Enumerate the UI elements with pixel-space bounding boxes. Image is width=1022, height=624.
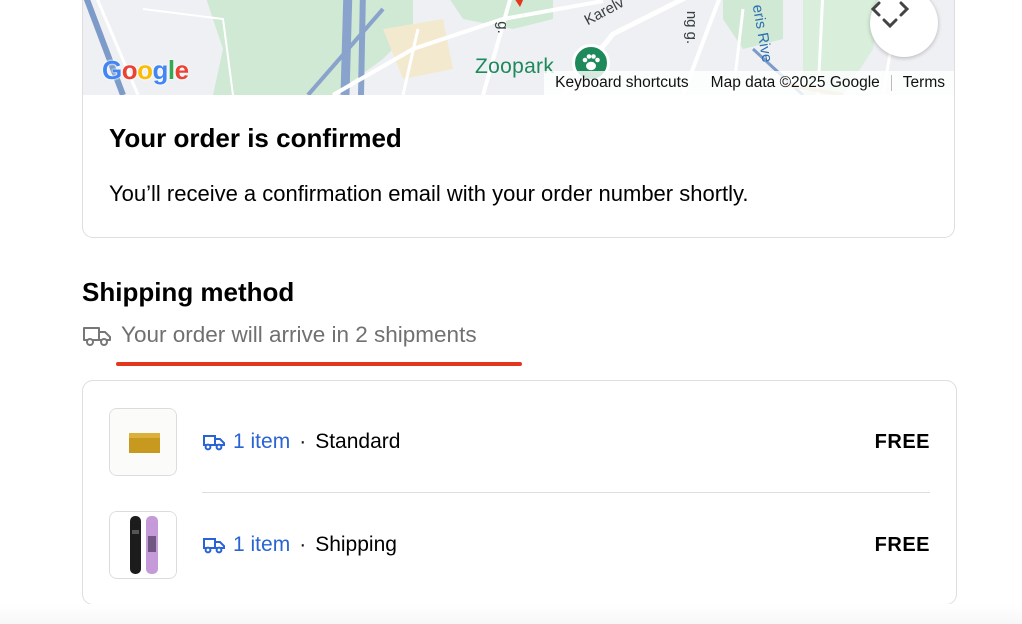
order-confirmation-card: Karelv g. ng g. eris Rive Zoopark Google… bbox=[82, 0, 955, 238]
annotation-underline bbox=[116, 362, 522, 366]
terms-link[interactable]: Terms bbox=[892, 74, 954, 92]
page-bottom-edge bbox=[0, 604, 1022, 624]
google-logo: Google bbox=[102, 55, 189, 85]
confirmation-body: Your order is confirmed You’ll receive a… bbox=[109, 123, 928, 207]
delivery-truck-icon bbox=[203, 538, 225, 554]
product-thumbnail[interactable] bbox=[109, 511, 177, 579]
map-attribution: Keyboard shortcuts Map data ©2025 Google… bbox=[544, 71, 954, 95]
shipment-row: 1 item · Shipping FREE bbox=[109, 510, 930, 580]
shipment-item-count[interactable]: 1 item bbox=[233, 533, 290, 557]
move-arrows-icon bbox=[870, 1, 910, 29]
map-street-label: ng g. bbox=[683, 10, 701, 45]
shipment-item-count[interactable]: 1 item bbox=[233, 430, 290, 454]
delivery-truck-icon bbox=[83, 327, 111, 346]
shipment-details: 1 item · Standard bbox=[202, 430, 875, 454]
delivery-truck-icon bbox=[203, 435, 225, 451]
shipment-divider bbox=[202, 492, 930, 493]
shipment-row: 1 item · Standard FREE bbox=[109, 407, 930, 477]
shipment-summary-text: Your order will arrive in 2 shipments bbox=[121, 322, 477, 347]
shipment-method: Shipping bbox=[315, 533, 397, 556]
map-data-credit: Map data ©2025 Google bbox=[710, 74, 880, 91]
shipment-price: FREE bbox=[874, 533, 930, 556]
map-street-label: g. bbox=[493, 21, 511, 34]
shipment-summary: Your order will arrive in 2 shipments bbox=[82, 322, 477, 348]
keyboard-shortcuts-link[interactable]: Keyboard shortcuts bbox=[544, 74, 700, 92]
confirmation-message: You’ll receive a confirmation email with… bbox=[109, 181, 749, 206]
shipment-price: FREE bbox=[874, 430, 930, 453]
separator-dot: · bbox=[299, 430, 307, 453]
confirmation-title: Your order is confirmed bbox=[109, 123, 402, 153]
separator-dot: · bbox=[299, 533, 307, 556]
map-view[interactable]: Karelv g. ng g. eris Rive Zoopark Google… bbox=[83, 0, 954, 95]
product-thumbnail[interactable] bbox=[109, 408, 177, 476]
shipping-method-heading: Shipping method bbox=[82, 277, 295, 307]
shipment-details: 1 item · Shipping bbox=[202, 533, 875, 557]
shipment-method: Standard bbox=[315, 430, 401, 453]
paw-icon bbox=[582, 54, 600, 71]
gold-bar-product-image bbox=[110, 409, 176, 475]
snowboard-product-image bbox=[110, 512, 176, 578]
shipments-card: 1 item · Standard FREE 1 item · Shipping… bbox=[82, 380, 957, 605]
map-poi-label[interactable]: Zoopark bbox=[475, 55, 554, 79]
